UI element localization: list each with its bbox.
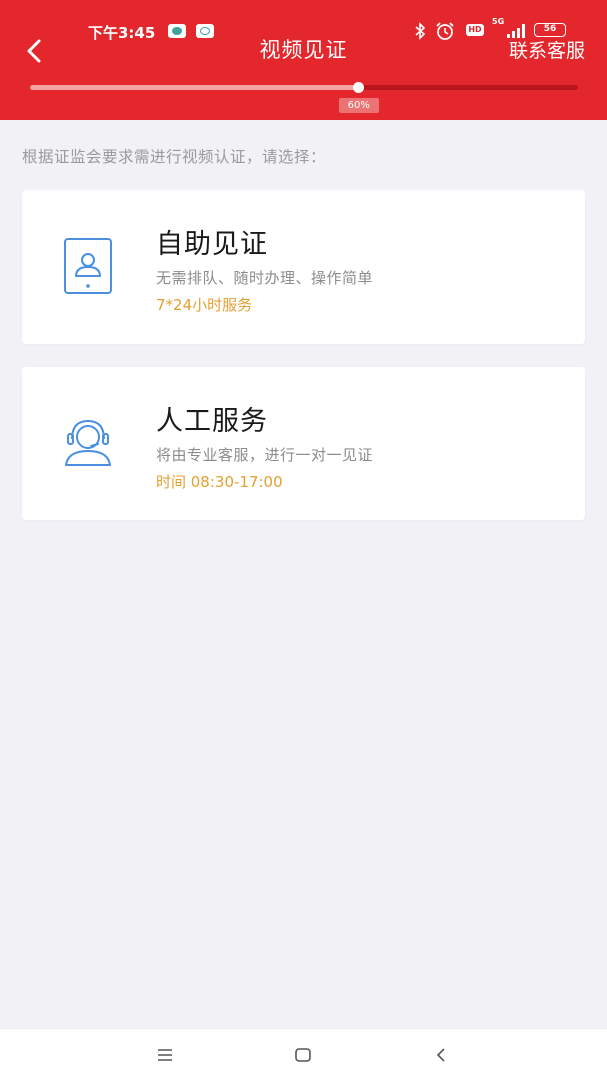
progress-bar	[30, 82, 578, 93]
self-service-option-card[interactable]: 自助见证 无需排队、随时办理、操作简单 7*24小时服务	[22, 190, 585, 344]
menu-icon[interactable]	[152, 1042, 178, 1068]
back-icon[interactable]	[428, 1042, 454, 1068]
progress-fill	[30, 85, 359, 90]
system-nav-bar	[0, 1028, 607, 1081]
headset-agent-icon	[65, 419, 111, 466]
option-title: 自助见证	[156, 229, 268, 260]
option-title: 人工服务	[156, 406, 268, 437]
tablet-user-icon	[64, 238, 112, 294]
option-hours: 时间 08:30-17:00	[156, 473, 283, 491]
home-icon[interactable]	[290, 1042, 316, 1068]
option-hours: 7*24小时服务	[156, 296, 253, 314]
option-description: 将由专业客服，进行一对一见证	[156, 446, 374, 464]
option-description: 无需排队、随时办理、操作简单	[156, 269, 374, 287]
network-type: 5G	[492, 17, 505, 26]
instruction-text: 根据证监会要求需进行视频认证，请选择：	[22, 148, 327, 166]
progress-label: 60%	[338, 98, 379, 113]
manual-service-option-card[interactable]: 人工服务 将由专业客服，进行一对一见证 时间 08:30-17:00	[22, 367, 585, 520]
progress-knob	[353, 82, 365, 93]
header-bar: 下午3:45 HD 5G 56 视频见证 联系客服 60%	[0, 0, 607, 120]
contact-service-button[interactable]: 联系客服	[509, 36, 585, 63]
